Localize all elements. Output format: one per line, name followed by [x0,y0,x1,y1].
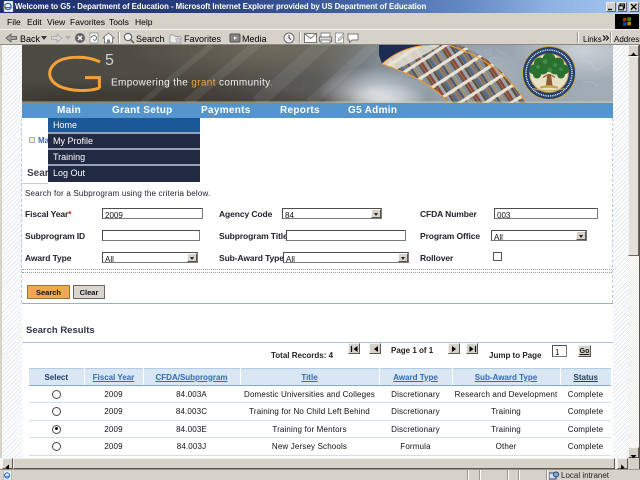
svg-text:Empowering the grant community: Empowering the grant community. [111,78,273,89]
svg-text:5: 5 [105,52,114,69]
